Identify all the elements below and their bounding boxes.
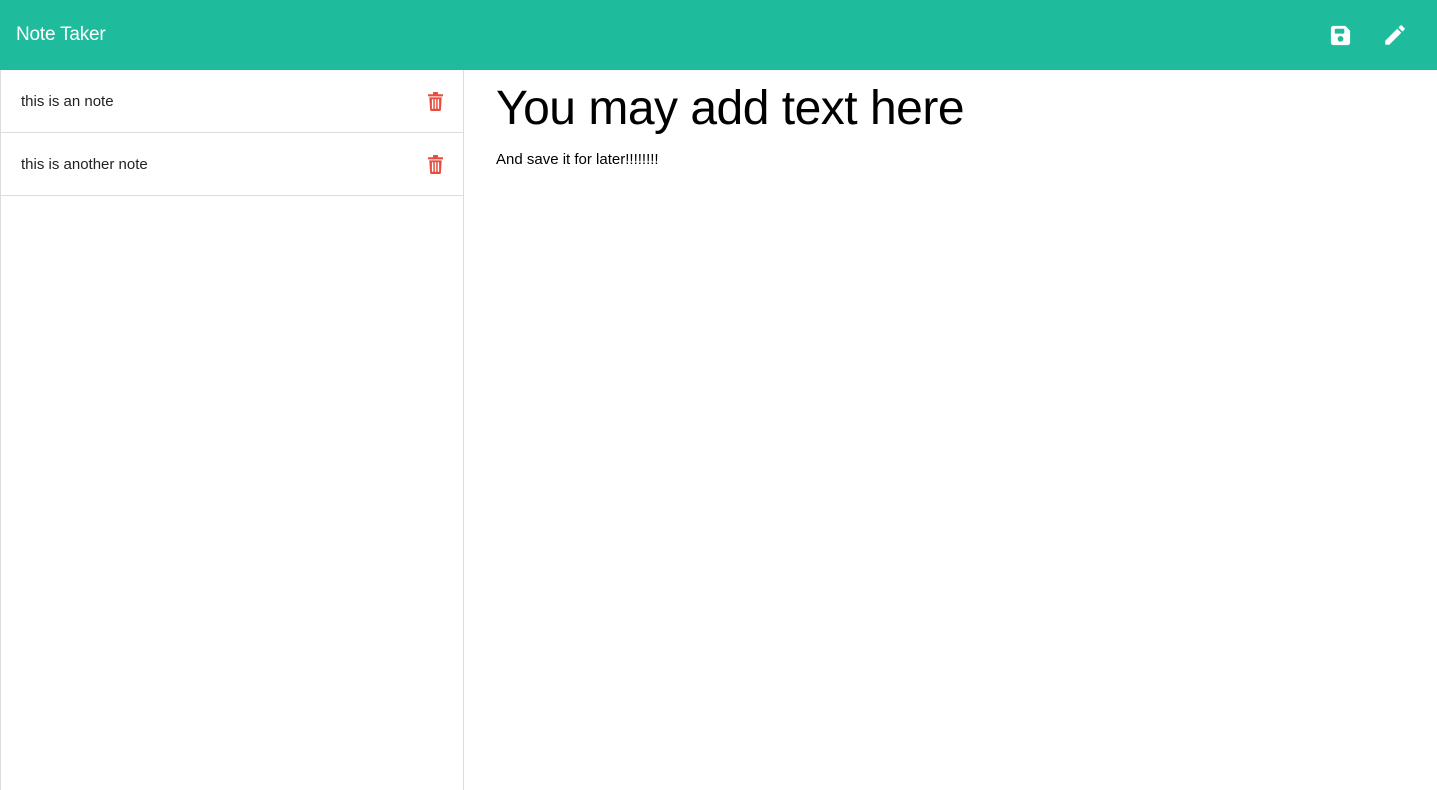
trash-icon — [427, 154, 443, 174]
delete-note-button[interactable] — [427, 91, 443, 111]
note-text-area[interactable]: And save it for later!!!!!!!! — [496, 151, 1437, 168]
navbar: Note Taker — [0, 0, 1437, 70]
list-item[interactable]: this is an note — [1, 70, 463, 133]
toolbar — [1327, 22, 1421, 48]
delete-note-button[interactable] — [427, 154, 443, 174]
note-editor: You may add text here And save it for la… — [464, 70, 1437, 790]
note-title-input[interactable]: You may add text here — [496, 84, 1437, 134]
notes-list: this is an note this is another note — [0, 70, 464, 790]
pencil-icon — [1385, 25, 1405, 45]
floppy-disk-icon — [1330, 25, 1350, 45]
new-note-button[interactable] — [1382, 22, 1408, 48]
save-note-button[interactable] — [1327, 22, 1353, 48]
note-title: this is another note — [21, 155, 148, 173]
note-title: this is an note — [21, 92, 114, 110]
list-item[interactable]: this is another note — [1, 133, 463, 196]
app-title[interactable]: Note Taker — [16, 24, 106, 46]
trash-icon — [427, 91, 443, 111]
